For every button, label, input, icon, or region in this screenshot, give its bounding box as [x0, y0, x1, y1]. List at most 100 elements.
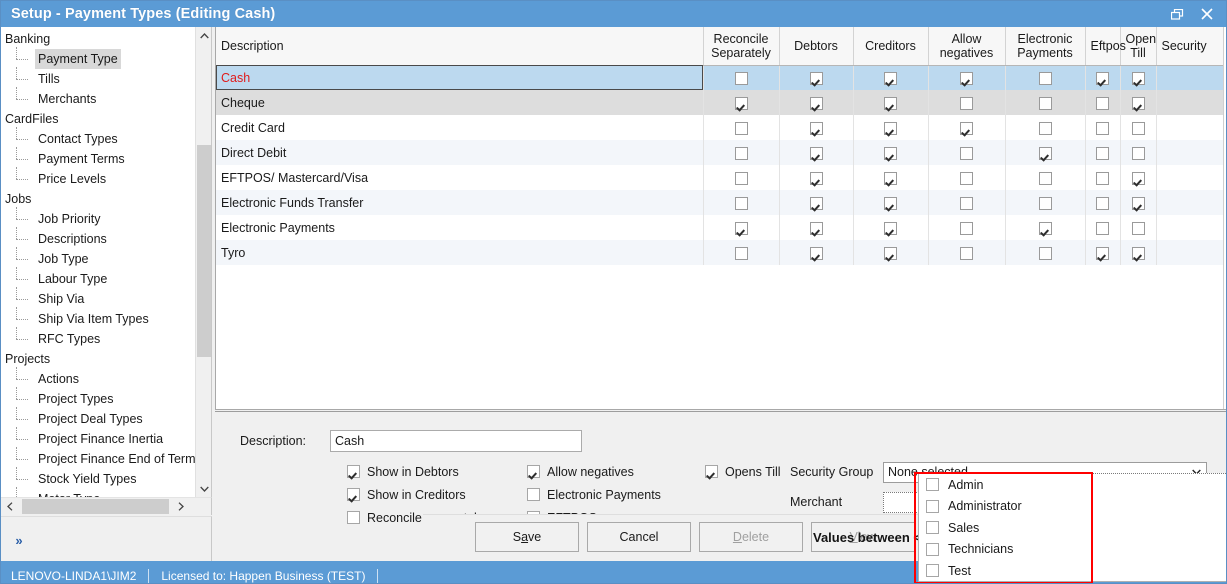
column-header-debtors[interactable]: Debtors: [779, 27, 854, 66]
checkbox-eftpos-unchecked[interactable]: [1096, 96, 1109, 110]
checkbox-eftpos-checked[interactable]: [1096, 246, 1109, 260]
cell-electronic-payments[interactable]: [1005, 65, 1086, 90]
tree-item-ship-via[interactable]: Ship Via: [1, 287, 195, 309]
cell-allow-negatives[interactable]: [928, 165, 1006, 190]
cell-allow-negatives[interactable]: [928, 215, 1006, 240]
table-row[interactable]: Credit Card: [216, 115, 1226, 140]
checkbox-eftpos-unchecked[interactable]: [1096, 121, 1109, 135]
checkbox-show-in-creditors-checked[interactable]: [347, 488, 360, 501]
checkbox-open-till-checked[interactable]: [1131, 246, 1145, 260]
cell-description[interactable]: Cash: [216, 65, 704, 90]
checkbox-debtors-checked[interactable]: [809, 171, 823, 185]
cell-eftpos[interactable]: [1085, 115, 1121, 140]
checkbox-creditors-checked[interactable]: [884, 96, 897, 110]
checkbox-electronic-payments-unchecked[interactable]: [1038, 71, 1052, 85]
cell-open-till[interactable]: [1120, 90, 1157, 115]
form-checkbox-opens-till[interactable]: Opens Till: [705, 460, 781, 483]
column-header-description[interactable]: Description: [216, 27, 704, 66]
cell-electronic-payments[interactable]: [1005, 165, 1086, 190]
checkbox-reconcile-separately-unchecked[interactable]: [734, 146, 748, 160]
cell-allow-negatives[interactable]: [928, 140, 1006, 165]
dropdown-option-admin[interactable]: Admin: [919, 474, 1226, 496]
tree-item-stock-yield-types[interactable]: Stock Yield Types: [1, 467, 195, 489]
cell-electronic-payments[interactable]: [1005, 215, 1086, 240]
checkbox-creditors-checked[interactable]: [884, 121, 897, 135]
column-header-electronic-payments[interactable]: Electronic Payments: [1005, 27, 1086, 66]
cell-debtors[interactable]: [779, 65, 854, 90]
cell-debtors[interactable]: [779, 215, 854, 240]
setup-tree-list[interactable]: Banking Payment Type Tills Merchants CardFil…: [1, 29, 195, 497]
table-row[interactable]: Cheque: [216, 90, 1226, 115]
checkbox-electronic-payments-unchecked[interactable]: [527, 488, 540, 501]
cell-debtors[interactable]: [779, 90, 854, 115]
checkbox-open-till-checked[interactable]: [1131, 96, 1145, 110]
checkbox-debtors-checked[interactable]: [809, 246, 823, 260]
cell-creditors[interactable]: [853, 140, 929, 165]
table-row[interactable]: Tyro: [216, 240, 1226, 265]
cell-reconcile-separately[interactable]: [703, 215, 780, 240]
cell-creditors[interactable]: [853, 90, 929, 115]
checkbox-electronic-payments-unchecked[interactable]: [1038, 171, 1052, 185]
cell-security[interactable]: [1156, 140, 1226, 165]
checkbox-allow-negatives-unchecked[interactable]: [960, 96, 973, 110]
checkbox-debtors-checked[interactable]: [809, 196, 823, 210]
checkbox-allow-negatives-unchecked[interactable]: [960, 246, 973, 260]
dropdown-option-administrator[interactable]: Administrator: [919, 496, 1226, 518]
cell-security[interactable]: [1156, 190, 1226, 215]
tree-item-merchants[interactable]: Merchants: [1, 87, 195, 109]
cell-security[interactable]: [1156, 65, 1226, 90]
checkbox-opens-till-checked[interactable]: [705, 465, 718, 478]
tree-item-project-finance-end-of-term[interactable]: Project Finance End of Term: [1, 447, 195, 469]
checkbox-creditors-checked[interactable]: [884, 146, 897, 160]
checkbox-debtors-checked[interactable]: [809, 71, 823, 85]
dropdown-option-sales[interactable]: Sales: [919, 517, 1226, 539]
checkbox-admin-unchecked[interactable]: [926, 478, 939, 492]
cell-open-till[interactable]: [1120, 190, 1157, 215]
checkbox-open-till-checked[interactable]: [1131, 196, 1145, 210]
cell-creditors[interactable]: [853, 240, 929, 265]
checkbox-electronic-payments-unchecked[interactable]: [1038, 246, 1052, 260]
cell-eftpos[interactable]: [1085, 165, 1121, 190]
cell-security[interactable]: [1156, 215, 1226, 240]
expand-pane-button[interactable]: »: [7, 529, 31, 551]
delete-button[interactable]: Delete: [699, 522, 803, 552]
checkbox-electronic-payments-unchecked[interactable]: [1038, 121, 1052, 135]
cell-creditors[interactable]: [853, 65, 929, 90]
cell-description[interactable]: Direct Debit: [216, 140, 704, 165]
checkbox-allow-negatives-unchecked[interactable]: [960, 146, 973, 160]
cell-eftpos[interactable]: [1085, 90, 1121, 115]
cell-electronic-payments[interactable]: [1005, 140, 1086, 165]
cell-allow-negatives[interactable]: [928, 115, 1006, 140]
cell-allow-negatives[interactable]: [928, 90, 1006, 115]
checkbox-open-till-checked[interactable]: [1131, 171, 1145, 185]
checkbox-eftpos-unchecked[interactable]: [1096, 146, 1109, 160]
cell-reconcile-separately[interactable]: [703, 240, 780, 265]
tree-item-motor-type[interactable]: Motor Type: [1, 487, 195, 497]
checkbox-reconcile-separately-unchecked[interactable]: [734, 246, 748, 260]
cell-electronic-payments[interactable]: [1005, 90, 1086, 115]
tree-item-labour-type[interactable]: Labour Type: [1, 267, 195, 289]
form-checkbox-show-in-creditors[interactable]: Show in Creditors: [347, 483, 483, 506]
form-checkbox-electronic-payments[interactable]: Electronic Payments: [527, 483, 661, 506]
checkbox-reconcile-separately-unchecked[interactable]: [734, 71, 748, 85]
tree-group-cardfiles[interactable]: CardFiles: [1, 109, 195, 129]
column-header-reconcile-separately[interactable]: Reconcile Separately: [703, 27, 780, 66]
cell-reconcile-separately[interactable]: [703, 90, 780, 115]
restore-button[interactable]: [1162, 2, 1192, 26]
tree-item-actions[interactable]: Actions: [1, 367, 195, 389]
cell-creditors[interactable]: [853, 190, 929, 215]
cell-eftpos[interactable]: [1085, 65, 1121, 90]
checkbox-test-unchecked[interactable]: [926, 564, 939, 578]
scroll-up-icon[interactable]: [196, 27, 211, 44]
cell-eftpos[interactable]: [1085, 215, 1121, 240]
cell-security[interactable]: [1156, 115, 1226, 140]
tree-group-jobs[interactable]: Jobs: [1, 189, 195, 209]
tree-item-payment-terms[interactable]: Payment Terms: [1, 147, 195, 169]
tree-item-price-levels[interactable]: Price Levels: [1, 167, 195, 189]
checkbox-technicians-unchecked[interactable]: [926, 542, 939, 556]
cell-open-till[interactable]: [1120, 215, 1157, 240]
cell-security[interactable]: [1156, 90, 1226, 115]
cell-eftpos[interactable]: [1085, 190, 1121, 215]
checkbox-eftpos-checked[interactable]: [1096, 71, 1109, 85]
checkbox-sales-unchecked[interactable]: [926, 521, 939, 535]
